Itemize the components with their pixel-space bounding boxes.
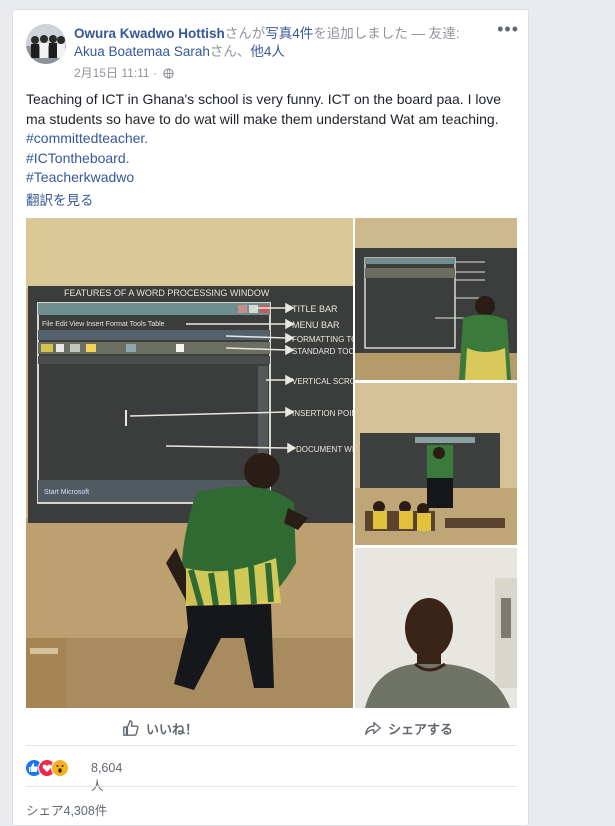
- hashtag-link[interactable]: #ICTontheboard.: [26, 149, 516, 169]
- board-title: FEATURES OF A WORD PROCESSING WINDOW: [64, 288, 270, 298]
- see-translation-link[interactable]: 翻訳を見る: [26, 189, 94, 209]
- board-label: TITLE BAR: [292, 304, 338, 314]
- post-card: Owura Kwadwo Hottishさんが写真4件を追加しました — 友達:…: [12, 9, 529, 826]
- board-label: MENU BAR: [292, 320, 340, 330]
- svg-text:Start Microsoft: Start Microsoft: [44, 489, 89, 496]
- divider: [26, 786, 517, 787]
- author-name-link[interactable]: Owura Kwadwo Hottish: [74, 26, 225, 41]
- reaction-count[interactable]: 8,604人: [91, 761, 122, 794]
- thumbs-up-icon: [123, 720, 139, 736]
- board-label: VERTICAL SCROLL BAR: [292, 377, 353, 386]
- post-meta: 2月15日 11:11 ·: [74, 64, 174, 82]
- post-text: Teaching of ICT in Ghana's school is ver…: [26, 90, 516, 188]
- board-label: FORMATTING TOOL: [292, 335, 353, 344]
- friend-suffix: さん、: [209, 44, 251, 59]
- wow-reaction-icon: [51, 759, 69, 777]
- author-avatar[interactable]: [26, 24, 66, 64]
- header-text: さんが: [224, 26, 266, 41]
- board-label: DOCUMENT WINDOW: [296, 445, 353, 454]
- post-timestamp[interactable]: 2月15日 11:11 ·: [74, 66, 157, 80]
- post-actions: いいね！ シェアする: [26, 708, 517, 746]
- board-menu-line: File Edit View Insert Format Tools Table: [42, 321, 165, 328]
- post-header: Owura Kwadwo Hottishさんが写真4件を追加しました — 友達:…: [74, 25, 494, 61]
- globe-icon: [163, 68, 174, 82]
- share-arrow-icon: [365, 721, 381, 735]
- share-count[interactable]: シェア4,308件: [26, 800, 107, 819]
- header-text-end: を追加しました — 友達:: [313, 26, 460, 41]
- hashtag-link[interactable]: #Teacherkwadwo: [26, 168, 516, 188]
- board-label: STANDARD TOOLS: [292, 347, 353, 356]
- others-link[interactable]: 他4人: [250, 44, 285, 59]
- like-button[interactable]: いいね！: [122, 719, 198, 738]
- photo-thumbnail-1[interactable]: [355, 218, 517, 380]
- photo-thumbnail-2[interactable]: [355, 383, 517, 545]
- share-label: シェアする: [388, 722, 454, 737]
- tagged-friend-link[interactable]: Akua Boatemaa Sarah: [74, 44, 210, 59]
- post-body: Teaching of ICT in Ghana's school is ver…: [26, 91, 502, 127]
- hashtag-link[interactable]: #committedteacher.: [26, 129, 516, 149]
- photo-thumbnail-3[interactable]: [355, 548, 517, 708]
- like-label: いいね！: [146, 722, 199, 737]
- photo-main[interactable]: FEATURES OF A WORD PROCESSING WINDOW Fil…: [26, 218, 353, 708]
- more-options-icon[interactable]: •••: [497, 20, 519, 38]
- photos-link[interactable]: 写真4件: [265, 26, 313, 41]
- share-button[interactable]: シェアする: [364, 719, 453, 738]
- board-label: INSERTION POINT: [292, 409, 353, 418]
